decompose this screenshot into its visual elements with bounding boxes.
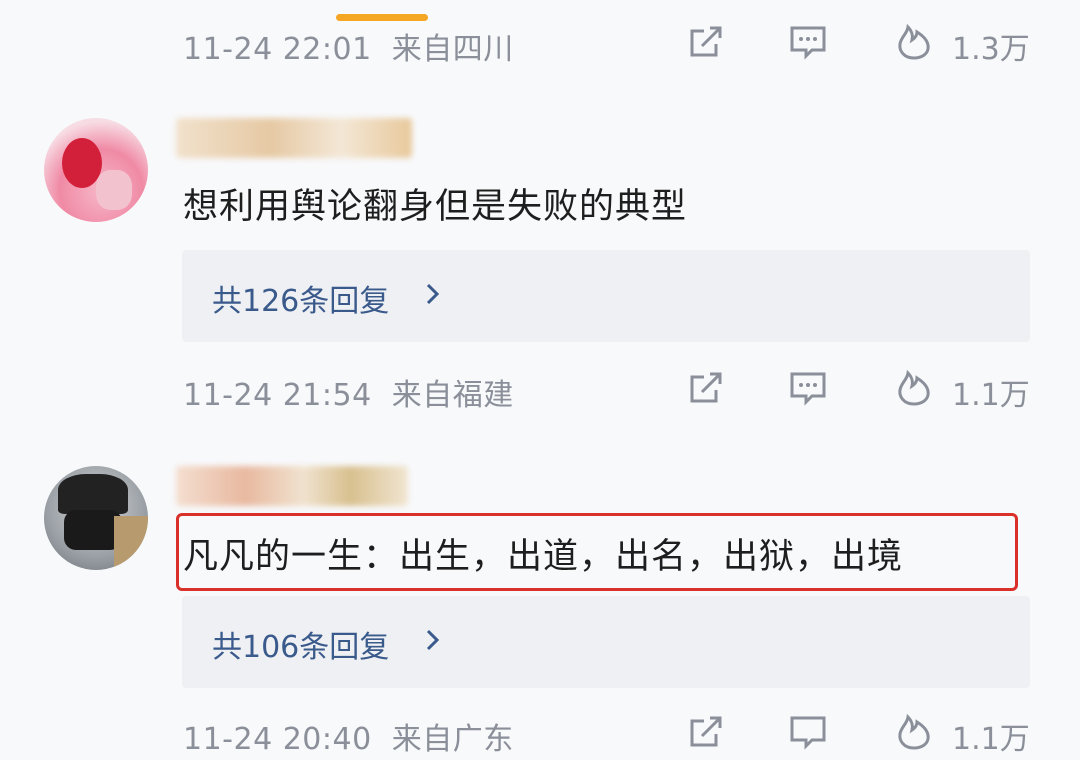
comment-time: 11-24 20:40 来自广东 xyxy=(183,722,514,757)
chevron-right-icon xyxy=(426,283,440,305)
share-icon[interactable] xyxy=(686,22,726,62)
reply-count-link[interactable]: 共126条回复 xyxy=(212,276,389,320)
highlight-annotation xyxy=(176,513,1018,591)
avatar[interactable] xyxy=(44,466,148,570)
avatar[interactable] xyxy=(44,118,148,222)
like-count: 1.3万 xyxy=(952,32,1030,67)
comment-icon[interactable] xyxy=(788,712,828,752)
flame-like-icon[interactable] xyxy=(894,22,934,62)
like-count: 1.1万 xyxy=(952,378,1030,413)
comment-text: 想利用舆论翻身但是失败的典型 xyxy=(183,187,688,227)
comment-time: 11-24 22:01 来自四川 xyxy=(183,32,514,67)
flame-like-icon[interactable] xyxy=(894,368,934,408)
comment-meta-row-top: 11-24 22:01 来自四川 1.3万 xyxy=(0,12,1080,72)
username-blurred[interactable] xyxy=(176,466,408,506)
username-blurred[interactable] xyxy=(176,118,412,158)
comment-meta-row: 11-24 20:40 来自广东 1.1万 xyxy=(0,700,1080,760)
comment-icon[interactable] xyxy=(788,22,828,62)
chevron-right-icon xyxy=(426,629,440,651)
comment-meta-row: 11-24 21:54 来自福建 1.1万 xyxy=(0,358,1080,418)
reply-summary-box[interactable]: 共106条回复 xyxy=(182,596,1030,688)
share-icon[interactable] xyxy=(686,712,726,752)
like-count: 1.1万 xyxy=(952,722,1030,757)
reply-count-link[interactable]: 共106条回复 xyxy=(212,622,389,666)
share-icon[interactable] xyxy=(686,368,726,408)
comment-time: 11-24 21:54 来自福建 xyxy=(183,378,514,413)
flame-like-icon[interactable] xyxy=(894,712,934,752)
reply-summary-box[interactable]: 共126条回复 xyxy=(182,250,1030,342)
comment-icon[interactable] xyxy=(788,368,828,408)
